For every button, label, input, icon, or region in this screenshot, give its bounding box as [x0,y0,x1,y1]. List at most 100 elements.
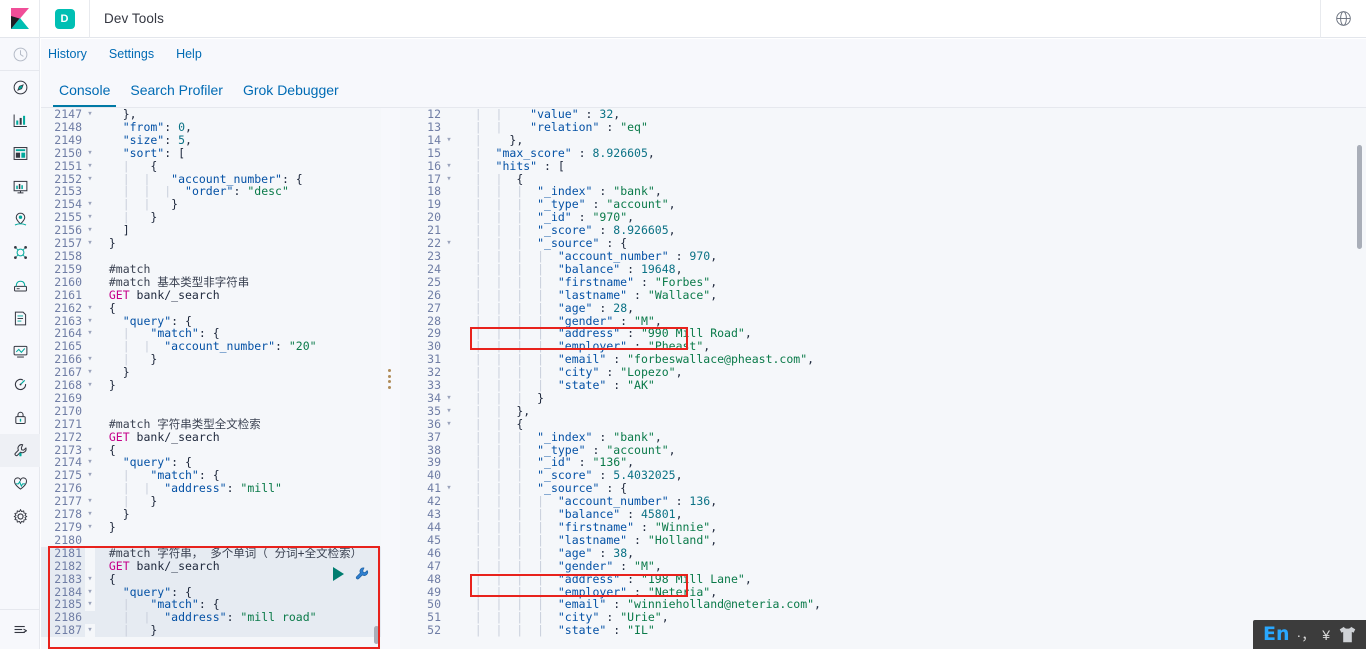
line-number: 2161 [54,287,82,302]
fold-toggle-icon[interactable]: ▾ [444,173,454,186]
nav-link-history[interactable]: History [46,45,89,63]
fold-toggle-icon[interactable]: ▾ [85,198,95,211]
sidebar-item-logs[interactable] [0,302,40,335]
fold-toggle-icon[interactable]: ▾ [85,108,95,121]
code-line: | | | | "state" : "IL" [454,623,655,638]
fold-toggle-icon[interactable]: ▾ [85,508,95,521]
sidebar-item-visualize[interactable] [0,104,40,137]
fold-toggle-icon[interactable]: ▾ [85,598,95,611]
fold-toggle-icon[interactable]: ▾ [85,147,95,160]
sidebar-item-infrastructure[interactable] [0,269,40,302]
pane-splitter[interactable] [381,108,400,649]
request-line: 2153 | | | "order": "desc" [41,185,381,198]
line-number: 44 [427,520,441,534]
play-icon[interactable] [333,566,344,581]
request-editor[interactable]: 2147 ▾ }, 2148 "from": 0, 2149 "size": 5, 21… [41,108,381,649]
response-line: 34 ▾ | | | } [400,391,1366,405]
sidebar-item-management[interactable] [0,500,40,533]
fold-toggle-icon[interactable]: ▾ [85,237,95,250]
sidebar-item-siem[interactable] [0,401,40,434]
tab-grok-debugger[interactable]: Grok Debugger [233,82,349,107]
nav-link-settings[interactable]: Settings [107,45,156,63]
fold-toggle-icon[interactable]: ▾ [85,173,95,186]
dashboard-icon [13,147,27,160]
line-number: 2148 [54,119,82,134]
sidebar-item-canvas[interactable] [0,170,40,203]
fold-toggle-icon[interactable]: ▾ [444,160,454,173]
fold-toggle-icon[interactable]: ▾ [444,482,454,495]
globe-icon[interactable] [1335,10,1352,27]
sidebar-item-recently-viewed[interactable] [0,38,40,71]
fold-toggle-icon[interactable]: ▾ [85,366,95,379]
nav-link-help[interactable]: Help [174,45,204,63]
sidebar-item-apm[interactable] [0,335,40,368]
response-viewer: 12 | | "value" : 32, 13 | | "relation" : … [400,108,1366,649]
line-number: 46 [427,545,441,560]
line-number: 12 [427,108,441,121]
collapse-nav-button[interactable] [0,609,40,649]
lock-icon [14,411,26,424]
request-line: 2156 ▾ ] [41,224,381,237]
fold-toggle-icon[interactable]: ▾ [85,302,95,315]
fold-toggle-icon[interactable]: ▾ [85,495,95,508]
sidebar-item-machine-learning[interactable] [0,236,40,269]
kibana-home-link[interactable] [0,0,40,38]
header-actions[interactable] [1320,0,1366,38]
ime-status-bar[interactable]: En ·， ¥ [1253,620,1366,649]
fold-toggle-icon[interactable]: ▾ [85,521,95,534]
line-number: 26 [427,287,441,302]
fold-toggle-icon[interactable]: ▾ [85,327,95,340]
request-line: 2178 ▾ } [41,508,381,521]
fold-toggle-icon[interactable]: ▾ [444,237,454,250]
fold-toggle-icon[interactable]: ▾ [85,160,95,173]
sidebar-item-maps[interactable] [0,203,40,236]
line-number: 2160 [54,274,82,289]
fold-toggle-icon[interactable]: ▾ [444,405,454,418]
fold-toggle-icon[interactable]: ▾ [85,353,95,366]
fold-toggle-icon[interactable]: ▾ [85,624,95,637]
ime-width-toggle[interactable]: ¥ [1322,628,1330,642]
fold-toggle-icon[interactable]: ▾ [444,134,454,147]
fold-toggle-icon[interactable]: ▾ [85,315,95,328]
line-number: 52 [427,623,441,638]
fold-toggle-icon[interactable]: ▾ [85,211,95,224]
fold-toggle-icon[interactable]: ▾ [444,392,454,405]
page-scrollbar[interactable] [1357,145,1362,249]
sidebar-item-discover[interactable] [0,71,40,104]
sidebar-item-dev-tools[interactable] [0,434,40,467]
fold-toggle-icon[interactable]: ▾ [85,224,95,237]
shirt-icon[interactable] [1337,625,1358,644]
fold-toggle-icon[interactable]: ▾ [85,444,95,457]
request-editor-scrollbar[interactable] [374,626,379,644]
tab-search-profiler[interactable]: Search Profiler [120,82,233,107]
fold-toggle-icon[interactable]: ▾ [85,469,95,482]
ime-punctuation-toggle[interactable]: ·， [1297,628,1316,642]
space-avatar[interactable]: D [40,0,90,38]
sidebar-item-monitoring[interactable] [0,467,40,500]
sidebar-item-dashboard[interactable] [0,137,40,170]
fold-toggle-icon[interactable]: ▾ [444,418,454,431]
code-line: } [95,520,116,534]
fold-toggle-icon[interactable]: ▾ [85,456,95,469]
code-line: | } [95,494,158,509]
line-number: 24 [427,261,441,276]
wrench-icon[interactable] [354,566,369,581]
console-panes: 2147 ▾ }, 2148 "from": 0, 2149 "size": 5, 21… [41,108,1366,649]
fold-toggle-icon[interactable]: ▾ [85,586,95,599]
ime-language-label[interactable]: En [1263,625,1290,644]
response-line: 16 ▾ | "hits" : [ [400,159,1366,173]
line-number: 2169 [54,390,82,405]
bar-chart-icon [13,114,27,127]
fold-toggle-icon[interactable]: ▾ [85,379,95,392]
fold-toggle-icon[interactable]: ▾ [85,573,95,586]
tab-console[interactable]: Console [49,82,120,107]
sidebar-item-uptime[interactable] [0,368,40,401]
request-line: 2169 [41,392,381,405]
